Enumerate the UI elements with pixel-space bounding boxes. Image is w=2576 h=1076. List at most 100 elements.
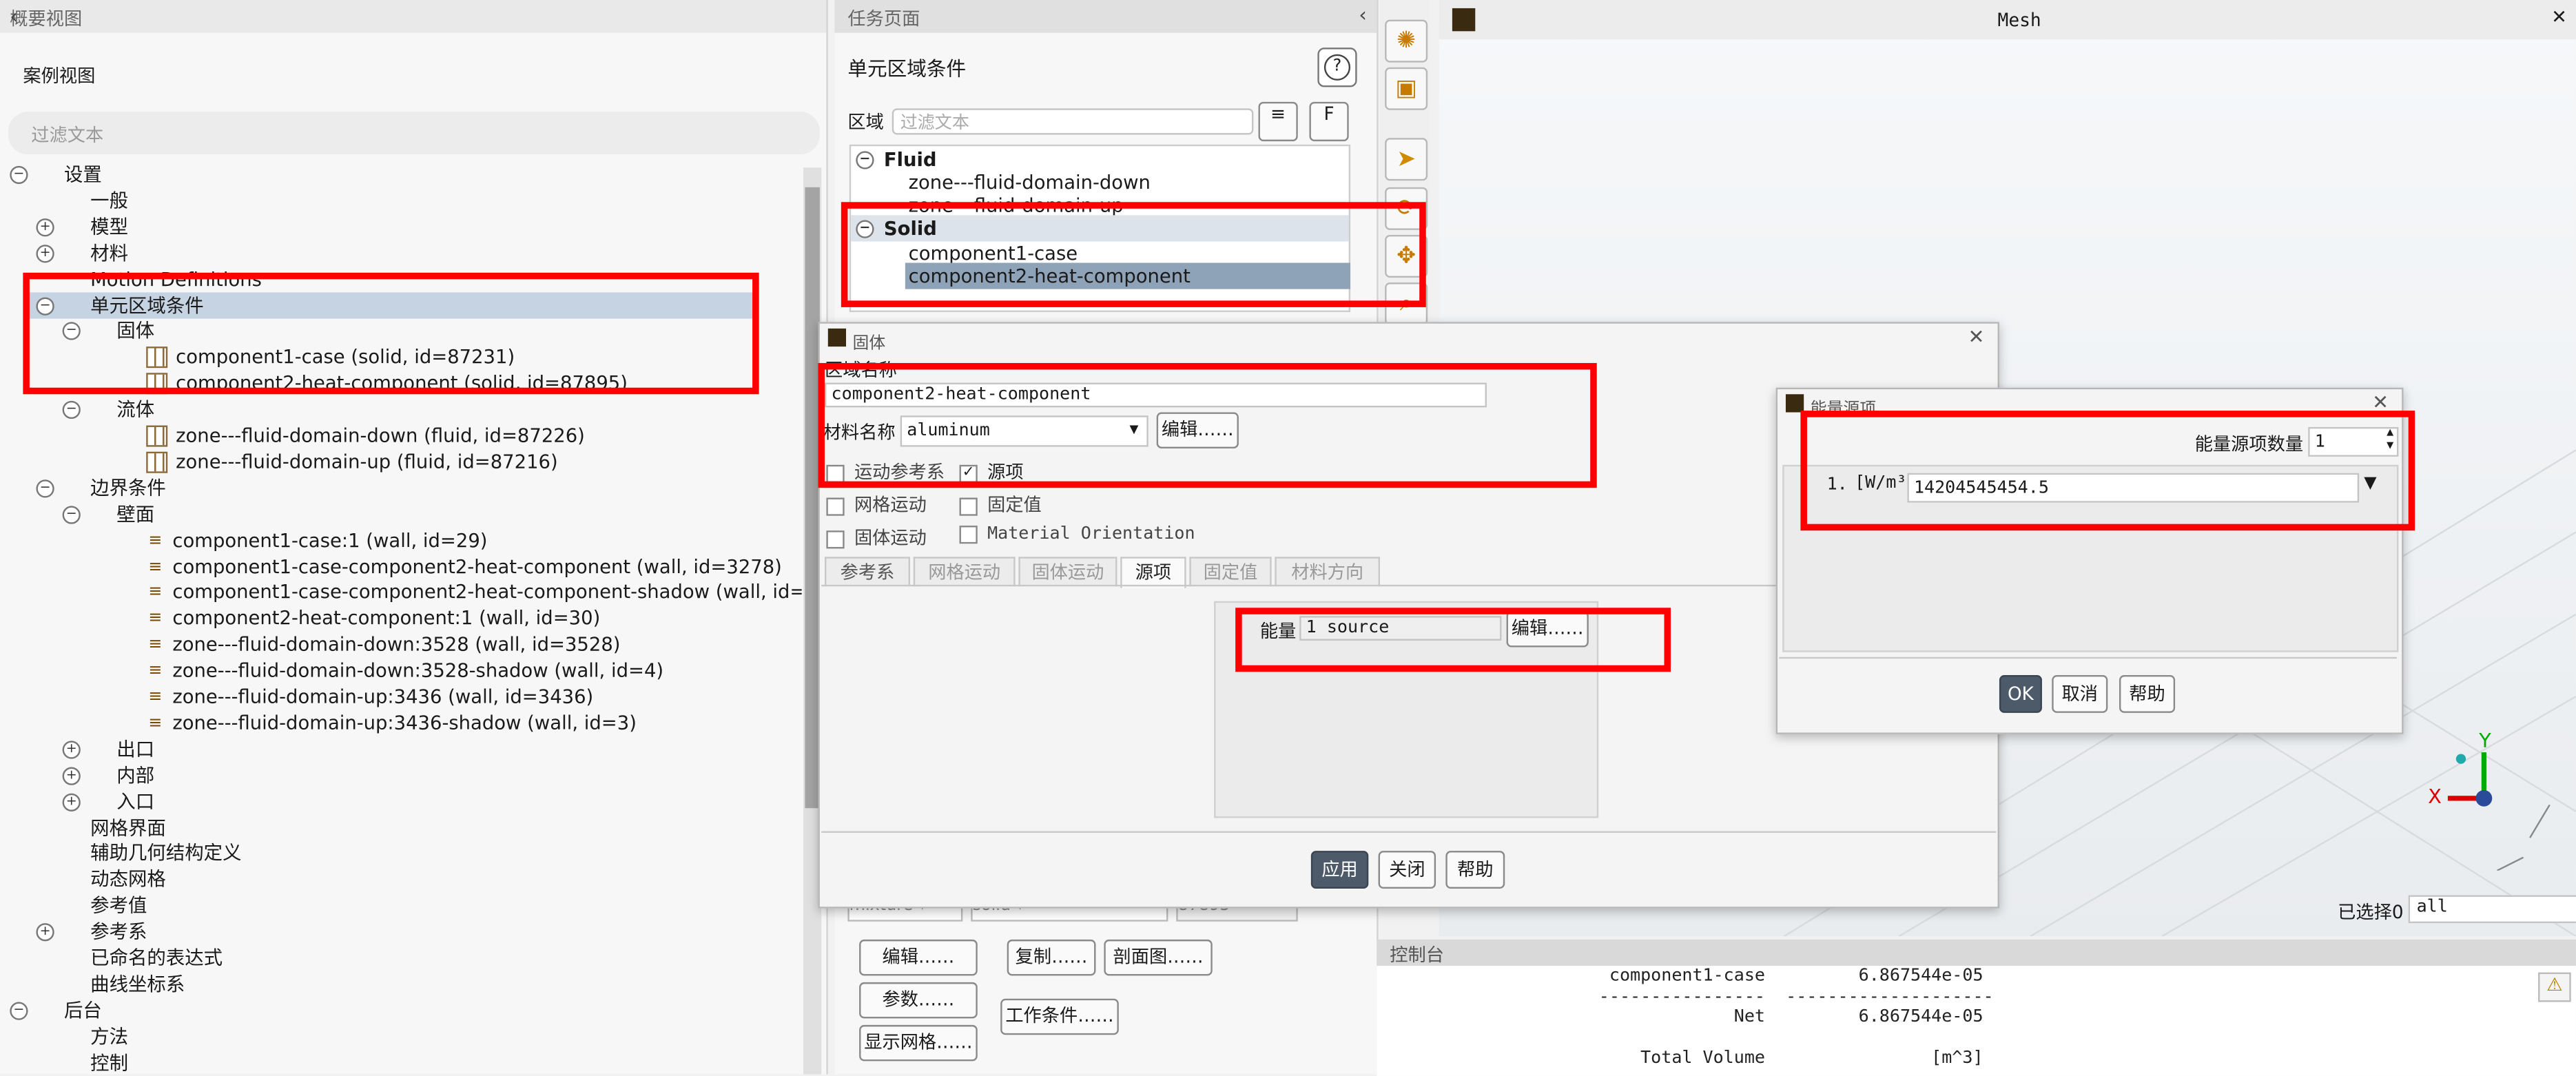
expand-icon[interactable]: + xyxy=(62,792,81,811)
tree-item[interactable]: ≡ zone---fluid-domain-down:3528-shadow (w… xyxy=(0,657,663,683)
tree-item[interactable]: + 模型 xyxy=(0,214,128,240)
tree-item[interactable]: ≡ component2-heat-component:1 (wall, id=3… xyxy=(0,605,600,631)
tree-item[interactable]: 一般 xyxy=(0,187,128,214)
collapse-icon[interactable]: − xyxy=(62,401,81,420)
highlight-box xyxy=(1235,608,1671,672)
filter-type-icon[interactable]: F xyxy=(1309,101,1349,142)
tab-solid-motion[interactable]: 固体运动 xyxy=(1018,557,1117,587)
axis-triad-icon xyxy=(2447,752,2551,871)
tab-mesh-motion[interactable]: 网格运动 xyxy=(913,557,1016,587)
tree-filter-input[interactable]: 过滤文本 xyxy=(8,112,820,155)
expand-icon[interactable]: + xyxy=(62,740,81,759)
tree-item[interactable]: + 入口 xyxy=(0,788,154,814)
tree-item[interactable]: 动态网格 xyxy=(0,866,166,892)
checkbox-solid-motion[interactable]: 固体运动 xyxy=(826,524,927,550)
help-icon: ? xyxy=(1323,54,1351,81)
expand-icon[interactable]: + xyxy=(36,218,54,236)
tree-item-label: zone---fluid-domain-up:3436 (wall, id=34… xyxy=(172,685,594,708)
checkbox-box[interactable] xyxy=(826,497,845,515)
profile-button[interactable]: 剖面图…… xyxy=(1104,939,1213,976)
params-button[interactable]: 参数…… xyxy=(859,982,978,1019)
tree-item[interactable]: 已命名的表达式 xyxy=(0,944,223,971)
ok-button[interactable]: OK xyxy=(1999,675,2042,713)
collapse-icon[interactable]: − xyxy=(36,479,54,498)
tree-item[interactable]: 曲线坐标系 xyxy=(0,971,185,997)
tree-node-icon xyxy=(90,741,108,758)
cancel-button[interactable]: 取消 xyxy=(2052,675,2108,713)
tree-node-icon xyxy=(64,975,82,993)
close-button[interactable]: 关闭 xyxy=(1378,851,1436,889)
tab-reference-frame[interactable]: 参考系 xyxy=(825,557,911,587)
select-pointer-icon[interactable]: ➤ xyxy=(1385,138,1428,181)
tree-item[interactable]: 方法 xyxy=(0,1023,128,1049)
selection-field[interactable]: all xyxy=(2408,895,2576,924)
filter-placeholder: 过滤文本 xyxy=(31,125,104,147)
tree-item[interactable]: − 设置 xyxy=(0,161,102,187)
tree-item[interactable]: − 壁面 xyxy=(0,501,154,527)
apply-button[interactable]: 应用 xyxy=(1310,851,1369,889)
tree-item[interactable]: + 出口 xyxy=(0,736,154,762)
checkbox-label: 网格运动 xyxy=(854,494,927,516)
tree-item[interactable]: 控制 xyxy=(0,1049,128,1075)
tree-item[interactable]: + 参考系 xyxy=(0,918,147,944)
collapse-task-icon[interactable]: ‹ xyxy=(1359,3,1366,26)
tab-source-terms[interactable]: 源项 xyxy=(1120,557,1186,588)
tree-item[interactable]: − 后台 xyxy=(0,997,102,1023)
tree-item-label: component1-case:1 (wall, id=29) xyxy=(172,528,488,552)
tree-item[interactable]: ≡ zone---fluid-domain-down:3528 (wall, id… xyxy=(0,631,620,657)
collapse-icon[interactable]: − xyxy=(10,165,28,185)
tree-item[interactable]: zone---fluid-domain-down (fluid, id=8722… xyxy=(0,422,585,448)
tree-node-icon xyxy=(64,1028,82,1046)
tab-material-orientation[interactable]: 材料方向 xyxy=(1275,557,1380,587)
render-icon[interactable]: ✺ xyxy=(1385,19,1428,63)
tree-item[interactable]: − 流体 xyxy=(0,396,154,422)
filter-list-icon[interactable]: ≡ xyxy=(1258,101,1298,142)
tree-item[interactable]: + 内部 xyxy=(0,762,154,788)
view-cube-icon[interactable]: ▣ xyxy=(1385,67,1428,110)
expand-icon[interactable]: + xyxy=(62,766,81,785)
checkbox-fixed-values[interactable]: 固定值 xyxy=(959,491,1042,517)
checkbox-box[interactable] xyxy=(959,497,978,515)
zone-filter-input[interactable]: 过滤文本 xyxy=(892,108,1254,135)
display-mesh-button[interactable]: 显示网格…… xyxy=(859,1024,978,1062)
tree-item-label: 内部 xyxy=(116,763,155,787)
tree-item[interactable]: ≡ zone---fluid-domain-up:3436-shadow (wal… xyxy=(0,710,637,736)
checkbox-box[interactable] xyxy=(959,524,978,544)
tree-node-icon xyxy=(90,401,108,419)
dialog-divider xyxy=(821,831,1997,833)
tree-item-label: component1-case-component2-heat-componen… xyxy=(172,580,802,604)
tree-item[interactable]: + 材料 xyxy=(0,239,128,265)
tree-item[interactable]: − 边界条件 xyxy=(0,475,166,501)
close-icon[interactable]: ✕ xyxy=(1968,325,1984,348)
tree-item-label: component2-heat-component:1 (wall, id=30… xyxy=(172,606,601,630)
tree-item[interactable]: ≡ component1-case-component2-heat-compone… xyxy=(0,552,782,579)
tree-item[interactable]: 参考值 xyxy=(0,892,147,918)
expand-icon[interactable]: + xyxy=(36,923,54,942)
collapse-icon[interactable]: − xyxy=(10,1002,28,1020)
tree-item[interactable]: ≡ component1-case:1 (wall, id=29) xyxy=(0,526,487,552)
checkbox-box[interactable] xyxy=(826,530,845,548)
tab-fixed-values[interactable]: 固定值 xyxy=(1189,557,1272,587)
collapse-icon[interactable]: − xyxy=(62,505,81,524)
tree-node-icon xyxy=(64,479,82,497)
edit-button[interactable]: 编辑…… xyxy=(859,939,978,976)
checkbox-mesh-motion[interactable]: 网格运动 xyxy=(826,491,927,517)
tree-node-icon xyxy=(64,1054,82,1072)
zone-filter-placeholder: 过滤文本 xyxy=(900,113,969,134)
expand-icon[interactable]: + xyxy=(36,244,54,262)
help-button[interactable]: 帮助 xyxy=(2119,675,2176,713)
collapse-icon[interactable]: ‹ xyxy=(10,5,816,28)
tree-item[interactable]: 辅助几何结构定义 xyxy=(0,840,241,866)
solid-dialog-titlebar: 固体 ✕ xyxy=(820,324,1998,353)
copy-button[interactable]: 复制…… xyxy=(1007,939,1096,976)
operating-conditions-button[interactable]: 工作条件…… xyxy=(1000,998,1119,1035)
help-button[interactable]: 帮助 xyxy=(1445,851,1505,889)
close-icon[interactable]: ✕ xyxy=(2552,3,2566,30)
help-button[interactable]: ? xyxy=(1317,48,1357,87)
tree-item[interactable]: ≡ component1-case-component2-heat-compone… xyxy=(0,579,802,605)
tree-item[interactable]: zone---fluid-domain-up (fluid, id=87216) xyxy=(0,448,558,475)
checkbox-material-orientation[interactable]: Material Orientation xyxy=(959,524,1195,544)
tree-item[interactable]: ≡ zone---fluid-domain-up:3436 (wall, id=3… xyxy=(0,683,593,710)
warning-icon[interactable]: ⚠ xyxy=(2538,972,2571,1002)
tree-item[interactable]: 网格界面 xyxy=(0,814,166,840)
